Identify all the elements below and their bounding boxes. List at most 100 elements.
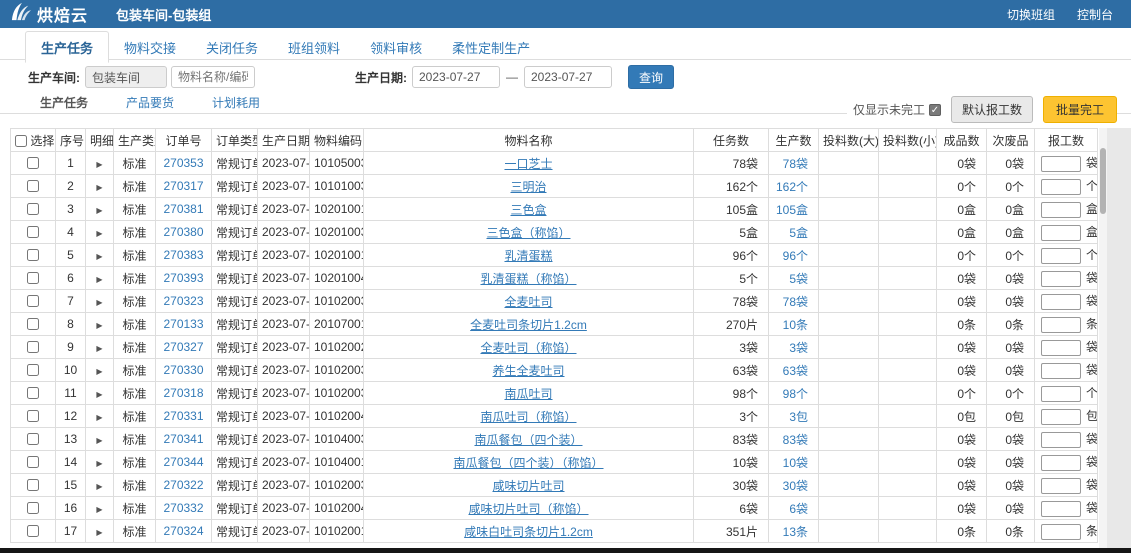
order-number-link[interactable]: 270344: [156, 451, 212, 474]
expand-arrow-icon[interactable]: ▶: [96, 275, 102, 284]
expand-arrow-icon[interactable]: ▶: [96, 367, 102, 376]
tab-1[interactable]: 生产任务: [25, 31, 109, 63]
row-select-checkbox[interactable]: [27, 479, 39, 491]
expand-arrow-icon[interactable]: ▶: [96, 482, 102, 491]
row-select-checkbox[interactable]: [27, 456, 39, 468]
expand-arrow-icon[interactable]: ▶: [96, 505, 102, 514]
expand-arrow-icon[interactable]: ▶: [96, 528, 102, 537]
report-qty-input[interactable]: [1041, 271, 1081, 287]
row-select-checkbox[interactable]: [27, 341, 39, 353]
order-number-link[interactable]: 270327: [156, 336, 212, 359]
order-number-link[interactable]: 270380: [156, 221, 212, 244]
expand-arrow-icon[interactable]: ▶: [96, 413, 102, 422]
material-name-link[interactable]: 三明治: [364, 175, 694, 198]
tab-4[interactable]: 班组领料: [273, 32, 355, 62]
tab-5[interactable]: 领料审核: [355, 32, 437, 62]
row-select-checkbox[interactable]: [27, 387, 39, 399]
expand-arrow-icon[interactable]: ▶: [96, 206, 102, 215]
expand-arrow-icon[interactable]: ▶: [96, 321, 102, 330]
order-number-link[interactable]: 270381: [156, 198, 212, 221]
expand-arrow-icon[interactable]: ▶: [96, 390, 102, 399]
expand-arrow-icon[interactable]: ▶: [96, 229, 102, 238]
material-search-input[interactable]: [171, 66, 255, 88]
tab-6[interactable]: 柔性定制生产: [437, 32, 545, 62]
material-name-link[interactable]: 咸味白吐司条切片1.2cm: [364, 520, 694, 543]
order-number-link[interactable]: 270133: [156, 313, 212, 336]
report-qty-input[interactable]: [1041, 156, 1081, 172]
report-qty-input[interactable]: [1041, 455, 1081, 471]
only-unfinished-toggle[interactable]: 仅显示未完工 ✓: [853, 101, 941, 118]
report-qty-input[interactable]: [1041, 386, 1081, 402]
row-select-checkbox[interactable]: [27, 180, 39, 192]
material-name-link[interactable]: 南瓜餐包（四个装）: [364, 428, 694, 451]
material-name-link[interactable]: 三色盒: [364, 198, 694, 221]
order-number-link[interactable]: 270322: [156, 474, 212, 497]
expand-arrow-icon[interactable]: ▶: [96, 298, 102, 307]
order-number-link[interactable]: 270393: [156, 267, 212, 290]
material-name-link[interactable]: 南瓜吐司: [364, 382, 694, 405]
report-qty-input[interactable]: [1041, 225, 1081, 241]
report-qty-input[interactable]: [1041, 179, 1081, 195]
order-number-link[interactable]: 270324: [156, 520, 212, 543]
expand-arrow-icon[interactable]: ▶: [96, 183, 102, 192]
report-qty-input[interactable]: [1041, 340, 1081, 356]
material-name-link[interactable]: 乳清蛋糕（称馅）: [364, 267, 694, 290]
order-number-link[interactable]: 270323: [156, 290, 212, 313]
scrollbar-thumb[interactable]: [1100, 148, 1106, 214]
row-select-checkbox[interactable]: [27, 433, 39, 445]
report-qty-input[interactable]: [1041, 478, 1081, 494]
material-name-link[interactable]: 南瓜吐司（称馅）: [364, 405, 694, 428]
order-number-link[interactable]: 270318: [156, 382, 212, 405]
expand-arrow-icon[interactable]: ▶: [96, 436, 102, 445]
material-name-link[interactable]: 一口芝士: [364, 152, 694, 175]
default-report-qty-button[interactable]: 默认报工数: [951, 96, 1033, 123]
vertical-scrollbar[interactable]: [1099, 128, 1107, 549]
report-qty-input[interactable]: [1041, 409, 1081, 425]
report-qty-input[interactable]: [1041, 317, 1081, 333]
expand-arrow-icon[interactable]: ▶: [96, 252, 102, 261]
subtab-3[interactable]: 计划耗用: [202, 88, 270, 116]
switch-team-link[interactable]: 切换班组: [1007, 6, 1055, 23]
subtab-2[interactable]: 产品要货: [116, 88, 184, 116]
order-number-link[interactable]: 270331: [156, 405, 212, 428]
report-qty-input[interactable]: [1041, 202, 1081, 218]
row-select-checkbox[interactable]: [27, 295, 39, 307]
row-select-checkbox[interactable]: [27, 272, 39, 284]
batch-finish-button[interactable]: 批量完工: [1043, 96, 1117, 123]
row-select-checkbox[interactable]: [27, 226, 39, 238]
order-number-link[interactable]: 270332: [156, 497, 212, 520]
subtab-1[interactable]: 生产任务: [30, 88, 98, 116]
report-qty-input[interactable]: [1041, 501, 1081, 517]
expand-arrow-icon[interactable]: ▶: [96, 160, 102, 169]
expand-arrow-icon[interactable]: ▶: [96, 459, 102, 468]
order-number-link[interactable]: 270353: [156, 152, 212, 175]
report-qty-input[interactable]: [1041, 248, 1081, 264]
material-name-link[interactable]: 全麦吐司条切片1.2cm: [364, 313, 694, 336]
order-number-link[interactable]: 270330: [156, 359, 212, 382]
report-qty-input[interactable]: [1041, 363, 1081, 379]
material-name-link[interactable]: 咸味切片吐司（称馅）: [364, 497, 694, 520]
select-all-checkbox[interactable]: [15, 135, 27, 147]
material-name-link[interactable]: 养生全麦吐司: [364, 359, 694, 382]
expand-arrow-icon[interactable]: ▶: [96, 344, 102, 353]
tab-3[interactable]: 关闭任务: [191, 32, 273, 62]
material-name-link[interactable]: 三色盒（称馅）: [364, 221, 694, 244]
report-qty-input[interactable]: [1041, 294, 1081, 310]
row-select-checkbox[interactable]: [27, 502, 39, 514]
tab-2[interactable]: 物料交接: [109, 32, 191, 62]
row-select-checkbox[interactable]: [27, 410, 39, 422]
date-from-input[interactable]: [412, 66, 500, 88]
query-button[interactable]: 查询: [628, 65, 674, 89]
material-name-link[interactable]: 南瓜餐包（四个装）（称馅）: [364, 451, 694, 474]
report-qty-input[interactable]: [1041, 432, 1081, 448]
order-number-link[interactable]: 270383: [156, 244, 212, 267]
console-link[interactable]: 控制台: [1077, 6, 1113, 23]
row-select-checkbox[interactable]: [27, 249, 39, 261]
date-to-input[interactable]: [524, 66, 612, 88]
row-select-checkbox[interactable]: [27, 157, 39, 169]
order-number-link[interactable]: 270317: [156, 175, 212, 198]
row-select-checkbox[interactable]: [27, 364, 39, 376]
row-select-checkbox[interactable]: [27, 525, 39, 537]
only-unfinished-checkbox[interactable]: ✓: [929, 104, 941, 116]
material-name-link[interactable]: 全麦吐司（称馅）: [364, 336, 694, 359]
